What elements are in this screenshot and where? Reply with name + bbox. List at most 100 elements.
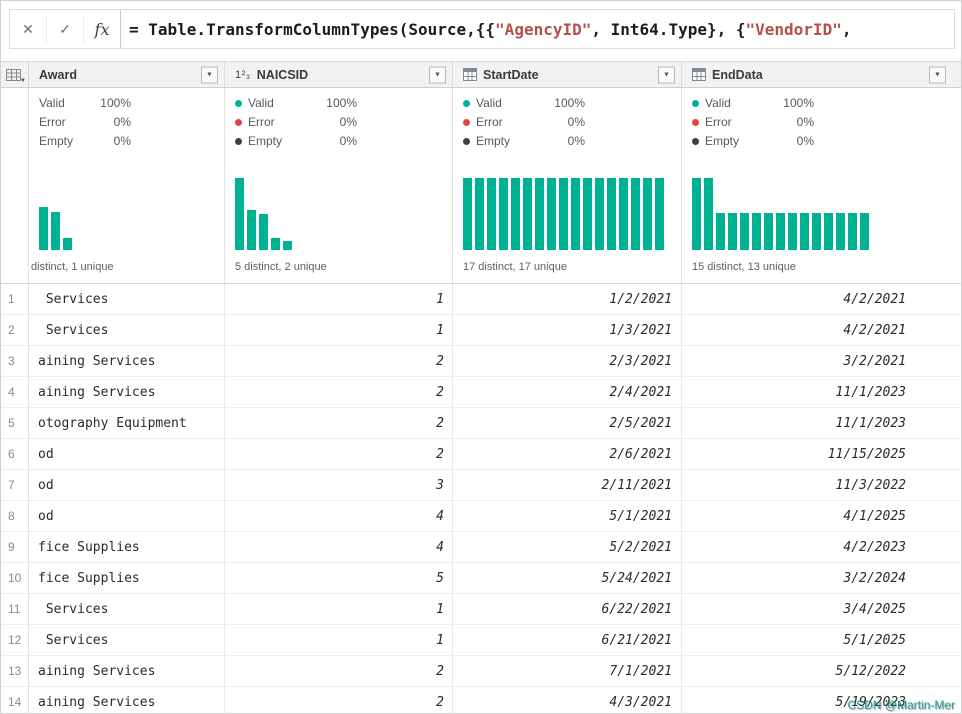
cell[interactable]: 4/2/2021	[682, 284, 961, 314]
distribution-bar	[571, 178, 580, 250]
cell[interactable]: 4/3/2021	[453, 687, 682, 713]
cell[interactable]: 3/4/2025	[682, 594, 961, 624]
cell[interactable]: 4	[225, 532, 453, 562]
cell[interactable]: otography Equipment	[29, 408, 225, 438]
cell[interactable]: aining Services	[29, 656, 225, 686]
row-number[interactable]: 10	[1, 563, 29, 593]
row-number[interactable]: 9	[1, 532, 29, 562]
cell[interactable]: 2/5/2021	[453, 408, 682, 438]
cell[interactable]: 2/4/2021	[453, 377, 682, 407]
cell[interactable]: 1	[225, 284, 453, 314]
cell[interactable]: Services	[29, 625, 225, 655]
distribution-bar	[643, 178, 652, 250]
distinct-summary: distinct, 1 unique	[31, 261, 114, 273]
column-stats-award: Valid 100% Error 0% Empty 0% distinct, 1 uniqu…	[29, 88, 225, 283]
cell[interactable]: 2	[225, 346, 453, 376]
formula-input[interactable]: = Table.TransformColumnTypes(Source,{{"A…	[120, 10, 954, 48]
cell[interactable]: 5/12/2022	[682, 656, 961, 686]
cell[interactable]: 11/3/2022	[682, 470, 961, 500]
cell[interactable]: od	[29, 439, 225, 469]
row-number[interactable]: 12	[1, 625, 29, 655]
date-type-icon	[692, 68, 706, 81]
filter-dropdown-button[interactable]: ▼	[429, 66, 446, 83]
column-header-naicsid[interactable]: 1²₃ NAICSID ▼	[225, 62, 453, 87]
column-header-award[interactable]: Award ▼	[29, 62, 225, 87]
cell[interactable]: 2/3/2021	[453, 346, 682, 376]
cell[interactable]: Services	[29, 594, 225, 624]
cell[interactable]: 3/2/2024	[682, 563, 961, 593]
row-number[interactable]: 13	[1, 656, 29, 686]
cell[interactable]: 6/21/2021	[453, 625, 682, 655]
cell[interactable]: 11/1/2023	[682, 408, 961, 438]
value-distribution	[463, 178, 664, 250]
cell[interactable]: 2/11/2021	[453, 470, 682, 500]
cell[interactable]: 2	[225, 656, 453, 686]
table-row: 1 Services 1 1/2/2021 4/2/2021	[1, 284, 961, 315]
cell[interactable]: 5	[225, 563, 453, 593]
distribution-bar	[728, 213, 737, 250]
cell[interactable]: 4/1/2025	[682, 501, 961, 531]
cell[interactable]: 1/3/2021	[453, 315, 682, 345]
cell[interactable]: 2	[225, 408, 453, 438]
row-number[interactable]: 4	[1, 377, 29, 407]
row-number[interactable]: 11	[1, 594, 29, 624]
cell[interactable]: 2	[225, 439, 453, 469]
row-number[interactable]: 3	[1, 346, 29, 376]
cell[interactable]: fice Supplies	[29, 532, 225, 562]
quality-percent: 100%	[783, 96, 814, 110]
cell[interactable]: aining Services	[29, 346, 225, 376]
table-row: 9 fice Supplies 4 5/2/2021 4/2/2023	[1, 532, 961, 563]
cell[interactable]: 1	[225, 315, 453, 345]
cell[interactable]: 6/22/2021	[453, 594, 682, 624]
cell[interactable]: fice Supplies	[29, 563, 225, 593]
quality-summary: Valid 100% Error 0% Empty 0%	[692, 96, 814, 148]
cell[interactable]: Services	[29, 284, 225, 314]
cell[interactable]: od	[29, 470, 225, 500]
table-row: 5 otography Equipment 2 2/5/2021 11/1/2023	[1, 408, 961, 439]
filter-dropdown-button[interactable]: ▼	[929, 66, 946, 83]
cell[interactable]: 3	[225, 470, 453, 500]
cell[interactable]: aining Services	[29, 377, 225, 407]
row-number[interactable]: 6	[1, 439, 29, 469]
row-number[interactable]: 2	[1, 315, 29, 345]
cell[interactable]: 2	[225, 377, 453, 407]
cell[interactable]: 1	[225, 625, 453, 655]
row-number[interactable]: 5	[1, 408, 29, 438]
column-header-startdate[interactable]: StartDate ▼	[453, 62, 682, 87]
cell[interactable]: aining Services	[29, 687, 225, 713]
select-all-corner[interactable]: ▼	[1, 62, 29, 87]
cell[interactable]: 4/2/2023	[682, 532, 961, 562]
cell[interactable]: 11/1/2023	[682, 377, 961, 407]
cell[interactable]: 1/2/2021	[453, 284, 682, 314]
row-number[interactable]: 7	[1, 470, 29, 500]
cell[interactable]: 4/2/2021	[682, 315, 961, 345]
filter-dropdown-button[interactable]: ▼	[658, 66, 675, 83]
fx-button[interactable]: fx	[84, 10, 120, 48]
cell[interactable]: 5/1/2021	[453, 501, 682, 531]
row-number[interactable]: 14	[1, 687, 29, 713]
cell[interactable]: 11/15/2025	[682, 439, 961, 469]
quality-label: Error	[39, 115, 66, 129]
cell[interactable]: Services	[29, 315, 225, 345]
quality-empty: Empty 0%	[235, 134, 357, 148]
cell[interactable]: 3/2/2021	[682, 346, 961, 376]
confirm-button[interactable]: ✓	[47, 10, 83, 48]
cell[interactable]: 5/1/2025	[682, 625, 961, 655]
cell[interactable]: 5/2/2021	[453, 532, 682, 562]
row-number[interactable]: 8	[1, 501, 29, 531]
cell[interactable]: 2/6/2021	[453, 439, 682, 469]
cell[interactable]: 7/1/2021	[453, 656, 682, 686]
table-row: 12 Services 1 6/21/2021 5/1/2025	[1, 625, 961, 656]
cell[interactable]: 2	[225, 687, 453, 713]
column-header-enddata[interactable]: EndData ▼	[682, 62, 961, 87]
cell[interactable]: od	[29, 501, 225, 531]
filter-dropdown-button[interactable]: ▼	[201, 66, 218, 83]
cancel-button[interactable]: ✕	[10, 10, 46, 48]
row-number[interactable]: 1	[1, 284, 29, 314]
value-distribution	[235, 178, 292, 250]
distribution-bar	[800, 213, 809, 250]
quality-label: Empty	[248, 134, 283, 148]
cell[interactable]: 1	[225, 594, 453, 624]
cell[interactable]: 5/24/2021	[453, 563, 682, 593]
cell[interactable]: 4	[225, 501, 453, 531]
